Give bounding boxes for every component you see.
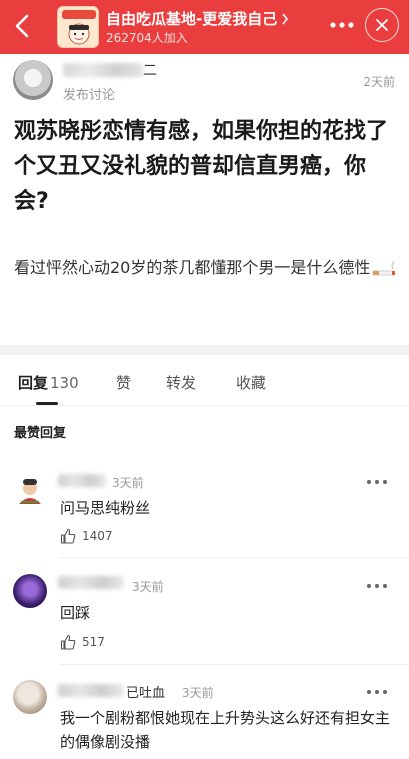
commenter-avatar[interactable]	[13, 680, 47, 714]
comment-divider	[60, 557, 409, 558]
group-avatar-image	[58, 7, 98, 47]
comment-time: 3天前	[112, 476, 144, 490]
comment-text: 问马思纯粉丝	[60, 499, 151, 517]
comment-like-button[interactable]: 1407	[60, 528, 113, 544]
comment-time: 3天前	[132, 580, 164, 594]
active-tab-indicator	[36, 402, 58, 405]
close-icon	[376, 19, 388, 31]
comment-text: 回踩	[60, 604, 91, 622]
tab-favorites[interactable]: 收藏	[236, 372, 266, 393]
post-title: 观苏晓彤恋情有感，如果你担的花找了个又丑又没礼貌的普却信直男癌，你会?	[14, 119, 389, 214]
commenter-name-blurred	[58, 576, 124, 589]
back-button[interactable]	[8, 10, 36, 42]
commenter-name-blurred	[58, 474, 106, 487]
chevron-right-icon	[282, 13, 289, 24]
tab-replies-label: 回复	[18, 374, 49, 392]
commenter-avatar[interactable]	[13, 474, 47, 508]
comment-text: 我一个剧粉都恨她现在上升势头这么好还有担女主的偶像剧没播	[60, 709, 391, 751]
comment-more-button[interactable]	[367, 688, 387, 696]
post-action-label: 发布讨论	[63, 88, 116, 103]
author-name-blurred	[63, 63, 143, 77]
thumbs-up-icon	[60, 634, 76, 650]
close-button[interactable]	[365, 8, 399, 42]
commenter-avatar[interactable]	[13, 574, 47, 608]
post-time: 2天前	[363, 75, 395, 89]
comment-time: 3天前	[182, 686, 214, 700]
cigarette-emoji-icon	[373, 260, 396, 275]
top-replies-label: 最赞回复	[14, 426, 67, 441]
comment-like-button[interactable]: 517	[60, 634, 105, 650]
like-count: 517	[82, 635, 105, 649]
tab-reposts[interactable]: 转发	[166, 372, 196, 393]
post-body: 看过怦然心动20岁的茶几都懂那个男一是什么德性	[14, 252, 398, 283]
tab-replies-count: 130	[50, 374, 79, 392]
comment-more-button[interactable]	[367, 582, 387, 590]
thumbs-up-icon	[60, 528, 76, 544]
commenter-name[interactable]: 已吐血	[126, 682, 165, 701]
author-name[interactable]: 二	[143, 60, 157, 80]
member-count: 262704人加入	[106, 31, 188, 45]
post-body-text: 看过怦然心动20岁的茶几都懂那个男一是什么德性	[14, 258, 371, 277]
comment-divider	[60, 664, 409, 665]
ellipsis-icon	[330, 22, 354, 28]
author-avatar[interactable]	[13, 60, 53, 100]
avatar-image	[13, 474, 47, 508]
chevron-left-icon	[15, 14, 29, 38]
section-divider	[0, 345, 409, 355]
tab-bar: 回复 130 赞 转发 收藏	[0, 360, 409, 406]
group-name: 自由吃瓜基地-更爱我自己	[106, 10, 278, 28]
group-avatar[interactable]	[57, 6, 99, 48]
group-title[interactable]: 自由吃瓜基地-更爱我自己	[106, 8, 289, 29]
tab-likes[interactable]: 赞	[116, 372, 131, 393]
commenter-name-blurred	[58, 684, 124, 697]
group-header: 自由吃瓜基地-更爱我自己 262704人加入	[0, 0, 409, 54]
more-button[interactable]	[329, 12, 355, 38]
like-count: 1407	[82, 529, 113, 543]
tab-replies[interactable]: 回复 130	[18, 372, 79, 393]
comment-more-button[interactable]	[367, 478, 387, 486]
